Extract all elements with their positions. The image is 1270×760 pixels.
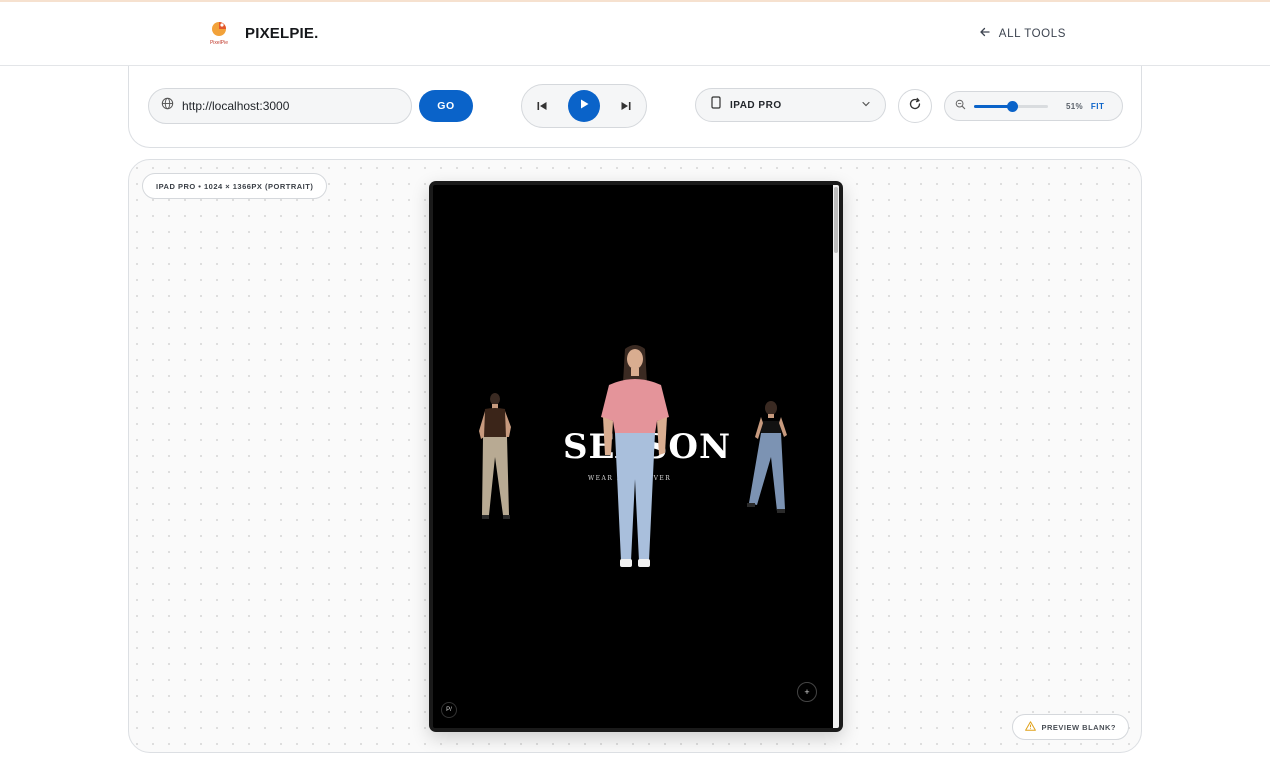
arrow-left-icon xyxy=(979,26,991,41)
url-field xyxy=(148,88,412,124)
preview-canvas: IPAD PRO • 1024 × 1366PX (PORTRAIT) WEAR… xyxy=(128,159,1142,753)
play-icon xyxy=(578,97,590,115)
logo-caption: PixelPie xyxy=(210,40,228,46)
all-tools-label: ALL TOOLS xyxy=(998,27,1066,40)
preview-blank-label: PREVIEW BLANK? xyxy=(1041,722,1116,732)
zoom-control: 51% FIT xyxy=(944,91,1123,121)
tablet-icon xyxy=(710,96,722,114)
url-input[interactable] xyxy=(182,99,392,113)
brand-name: PIXELPIE. xyxy=(245,24,319,42)
go-button[interactable]: GO xyxy=(419,90,473,122)
zoom-slider-thumb[interactable] xyxy=(1006,101,1018,112)
device-select[interactable]: IPAD PRO xyxy=(695,88,886,122)
warning-icon xyxy=(1024,721,1036,733)
skip-previous-icon[interactable] xyxy=(534,98,550,114)
brand-logo[interactable]: PixelPie PIXELPIE. xyxy=(207,20,319,46)
pixelpie-logo-icon: PixelPie xyxy=(207,20,233,46)
refresh-button[interactable] xyxy=(898,89,932,123)
globe-icon xyxy=(161,97,174,115)
ipad-screen[interactable]: SEASON WEAR IT FOREVER P/ + xyxy=(433,185,839,728)
screen-scrollbar-thumb[interactable] xyxy=(834,187,838,253)
refresh-icon xyxy=(908,97,922,116)
zoom-value: 51% xyxy=(1066,101,1083,111)
device-info-badge: IPAD PRO • 1024 × 1366PX (PORTRAIT) xyxy=(142,173,328,199)
all-tools-link[interactable]: ALL TOOLS xyxy=(979,26,1066,41)
device-select-value: IPAD PRO xyxy=(730,99,782,111)
playback-controls xyxy=(521,84,647,128)
play-button[interactable] xyxy=(568,90,600,122)
preview-blank-button[interactable]: PREVIEW BLANK? xyxy=(1011,714,1129,740)
chevron-down-icon xyxy=(861,96,871,114)
model-left-figure xyxy=(479,393,511,519)
fit-button[interactable]: FIT xyxy=(1091,102,1105,111)
preview-toolbar: GO IPAD PRO xyxy=(128,66,1142,148)
model-right-figure xyxy=(747,401,787,513)
model-center-figure xyxy=(601,345,669,567)
screen-scrollbar[interactable] xyxy=(833,185,839,728)
site-corner-logo[interactable]: P/ xyxy=(441,702,457,718)
zoom-slider[interactable] xyxy=(974,100,1048,112)
zoom-icon xyxy=(955,97,966,115)
plus-icon[interactable]: + xyxy=(797,682,817,702)
skip-next-icon[interactable] xyxy=(618,98,634,114)
ipad-frame: SEASON WEAR IT FOREVER P/ + xyxy=(429,181,843,732)
app-header: PixelPie PIXELPIE. ALL TOOLS xyxy=(0,2,1270,66)
